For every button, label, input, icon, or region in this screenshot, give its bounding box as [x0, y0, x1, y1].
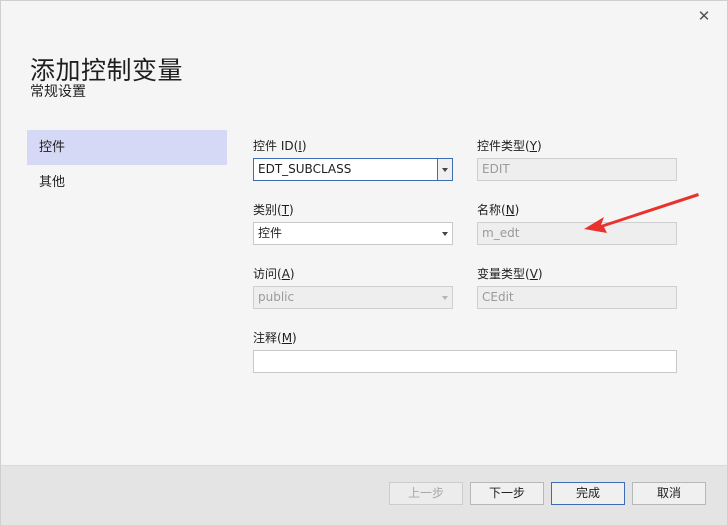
name-field[interactable]: m_edt: [477, 222, 677, 245]
control-type-label: 控件类型(Y): [477, 139, 542, 153]
category-select[interactable]: 控件: [253, 222, 453, 245]
dialog-subtitle: 常规设置: [30, 84, 86, 100]
control-id-combobox[interactable]: EDT_SUBCLASS: [253, 158, 453, 181]
next-button[interactable]: 下一步: [470, 482, 544, 505]
settings-nav: 控件 其他: [27, 130, 227, 200]
close-icon[interactable]: ✕: [695, 7, 713, 25]
var-type-field: CEdit: [477, 286, 677, 309]
control-id-value: EDT_SUBCLASS: [258, 162, 352, 176]
finish-button[interactable]: 完成: [551, 482, 625, 505]
chevron-down-icon[interactable]: [438, 223, 452, 244]
nav-item-control[interactable]: 控件: [27, 130, 227, 165]
control-id-label: 控件 ID(I): [253, 139, 307, 153]
access-label: 访问(A): [253, 267, 295, 281]
control-type-field: EDIT: [477, 158, 677, 181]
var-type-label: 变量类型(V): [477, 267, 543, 281]
comment-label: 注释(M): [253, 331, 297, 345]
category-label: 类别(T): [253, 203, 294, 217]
prev-button[interactable]: 上一步: [389, 482, 463, 505]
chevron-down-icon[interactable]: [437, 159, 452, 180]
access-value: public: [258, 290, 295, 304]
name-label: 名称(N): [477, 203, 520, 217]
cancel-button[interactable]: 取消: [632, 482, 706, 505]
add-control-variable-dialog: ✕ 添加控制变量 常规设置 控件 其他 控件 ID(I) EDT_SUBCLAS…: [0, 0, 728, 525]
comment-input[interactable]: [253, 350, 677, 373]
category-value: 控件: [258, 226, 283, 240]
nav-item-other[interactable]: 其他: [27, 165, 227, 200]
chevron-down-icon: [438, 287, 452, 308]
access-select: public: [253, 286, 453, 309]
